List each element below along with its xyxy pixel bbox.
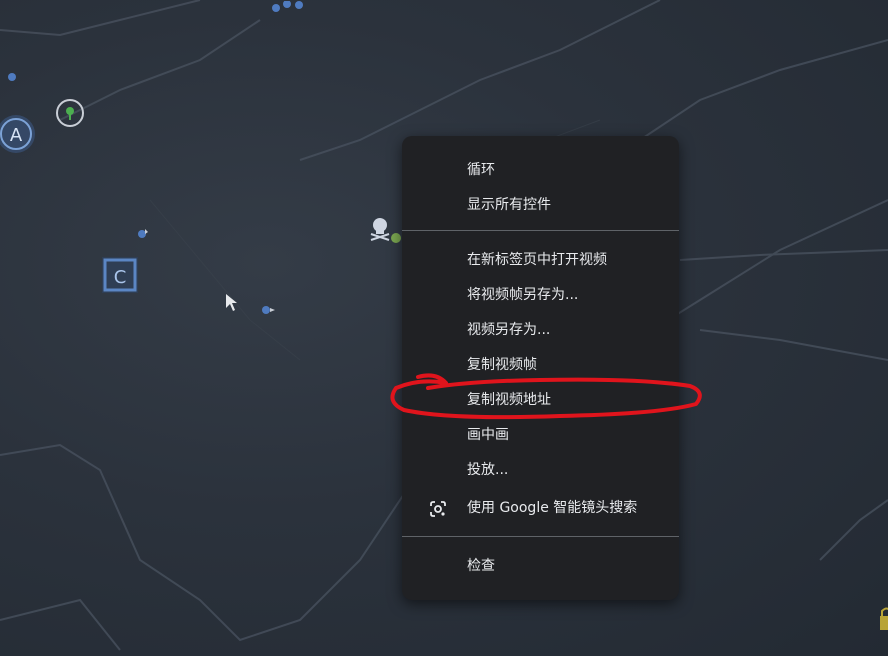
zone-a-label: A: [10, 125, 23, 146]
menu-item-label: 视频另存为...: [467, 322, 551, 338]
menu-item-open-video-new-tab[interactable]: 在新标签页中打开视频: [402, 244, 679, 276]
lock-icon: [878, 604, 888, 634]
menu-item-save-video-as[interactable]: 视频另存为...: [402, 314, 679, 346]
player-marker-4: [259, 301, 277, 314]
menu-item-save-frame-as[interactable]: 将视频帧另存为...: [402, 279, 679, 311]
zone-c-marker: C: [100, 255, 140, 295]
google-lens-icon: [428, 499, 448, 519]
menu-item-label: 循环: [467, 162, 495, 178]
menu-item-inspect[interactable]: 检查: [402, 550, 679, 582]
menu-item-copy-video-address[interactable]: 复制视频地址: [402, 384, 679, 416]
objective-marker: [55, 98, 87, 130]
menu-separator: [402, 230, 679, 231]
video-context-menu: 循环 显示所有控件 在新标签页中打开视频 将视频帧另存为... 视频另存为...…: [402, 136, 679, 600]
menu-item-google-lens-search[interactable]: 使用 Google 智能镜头搜索: [402, 492, 679, 524]
player-marker-2: [268, 0, 308, 14]
zone-a-marker: A: [0, 112, 40, 156]
mouse-cursor-icon: [224, 292, 240, 314]
menu-item-copy-video-frame[interactable]: 复制视频帧: [402, 349, 679, 381]
skull-icon: [368, 214, 402, 252]
menu-item-show-all-controls[interactable]: 显示所有控件: [402, 189, 679, 221]
menu-item-label: 在新标签页中打开视频: [467, 252, 607, 268]
menu-item-label: 投放...: [467, 462, 509, 478]
menu-item-cast[interactable]: 投放...: [402, 454, 679, 486]
menu-item-label: 使用 Google 智能镜头搜索: [467, 500, 638, 516]
menu-separator: [402, 536, 679, 537]
menu-item-label: 复制视频帧: [467, 357, 537, 373]
menu-item-label: 画中画: [467, 427, 509, 443]
menu-item-label: 显示所有控件: [467, 197, 551, 213]
menu-item-loop[interactable]: 循环: [402, 154, 679, 186]
menu-item-label: 检查: [467, 558, 495, 574]
zone-c-label: C: [114, 267, 127, 288]
player-marker-3: [135, 226, 149, 240]
menu-item-picture-in-picture[interactable]: 画中画: [402, 419, 679, 451]
player-marker-1: [6, 68, 18, 81]
menu-item-label: 复制视频地址: [467, 392, 551, 408]
menu-item-label: 将视频帧另存为...: [467, 287, 579, 303]
